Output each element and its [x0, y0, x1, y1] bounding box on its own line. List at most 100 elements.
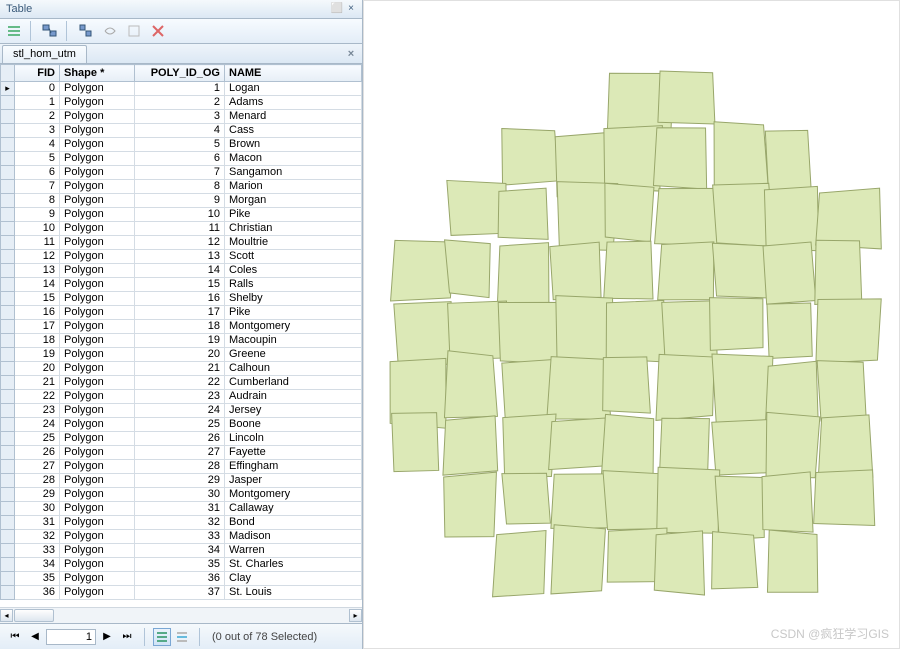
county-polygon[interactable]: [556, 296, 614, 360]
close-panel-icon[interactable]: ×: [344, 2, 358, 16]
row-selector[interactable]: [1, 292, 15, 306]
row-selector[interactable]: [1, 516, 15, 530]
delete-selected-button[interactable]: [148, 21, 168, 41]
cell-shape[interactable]: Polygon: [60, 180, 135, 194]
county-polygon[interactable]: [816, 299, 881, 363]
cell-polyid[interactable]: 11: [135, 222, 225, 236]
cell-name[interactable]: Ralls: [225, 278, 362, 292]
cell-fid[interactable]: 11: [15, 236, 60, 250]
column-header-fid[interactable]: FID: [15, 65, 60, 82]
cell-name[interactable]: Jasper: [225, 474, 362, 488]
cell-fid[interactable]: 16: [15, 306, 60, 320]
cell-shape[interactable]: Polygon: [60, 544, 135, 558]
table-row[interactable]: 33Polygon34Warren: [1, 544, 362, 558]
county-polygon[interactable]: [550, 242, 601, 300]
table-row[interactable]: 35Polygon36Clay: [1, 572, 362, 586]
county-polygon[interactable]: [604, 241, 653, 299]
table-row[interactable]: 8Polygon9Morgan: [1, 194, 362, 208]
row-selector[interactable]: [1, 166, 15, 180]
cell-shape[interactable]: Polygon: [60, 516, 135, 530]
row-selector[interactable]: [1, 334, 15, 348]
cell-polyid[interactable]: 28: [135, 460, 225, 474]
cell-shape[interactable]: Polygon: [60, 320, 135, 334]
cell-fid[interactable]: 35: [15, 572, 60, 586]
county-polygon[interactable]: [658, 71, 715, 124]
cell-shape[interactable]: Polygon: [60, 236, 135, 250]
row-selector[interactable]: [1, 96, 15, 110]
cell-fid[interactable]: 17: [15, 320, 60, 334]
county-polygon[interactable]: [712, 420, 771, 476]
row-selector[interactable]: [1, 404, 15, 418]
table-row[interactable]: 9Polygon10Pike: [1, 208, 362, 222]
county-polygon[interactable]: [444, 472, 497, 537]
table-row[interactable]: 34Polygon35St. Charles: [1, 558, 362, 572]
cell-shape[interactable]: Polygon: [60, 488, 135, 502]
row-selector[interactable]: [1, 306, 15, 320]
record-number-input[interactable]: [46, 629, 96, 645]
county-polygon[interactable]: [498, 188, 548, 239]
cell-name[interactable]: Macoupin: [225, 334, 362, 348]
county-polygon[interactable]: [714, 122, 768, 187]
row-selector[interactable]: [1, 544, 15, 558]
row-selector[interactable]: [1, 250, 15, 264]
switch-selection-button[interactable]: [100, 21, 120, 41]
cell-shape[interactable]: Polygon: [60, 292, 135, 306]
first-record-button[interactable]: ⏮: [6, 628, 24, 646]
row-selector[interactable]: [1, 208, 15, 222]
cell-name[interactable]: Clay: [225, 572, 362, 586]
cell-name[interactable]: Menard: [225, 110, 362, 124]
show-selected-records-button[interactable]: [173, 628, 191, 646]
cell-shape[interactable]: Polygon: [60, 418, 135, 432]
county-polygon[interactable]: [392, 413, 439, 472]
county-polygon[interactable]: [712, 354, 773, 422]
cell-fid[interactable]: 10: [15, 222, 60, 236]
cell-fid[interactable]: 36: [15, 586, 60, 600]
cell-polyid[interactable]: 16: [135, 292, 225, 306]
county-polygon[interactable]: [816, 188, 882, 249]
cell-shape[interactable]: Polygon: [60, 502, 135, 516]
cell-shape[interactable]: Polygon: [60, 208, 135, 222]
table-row[interactable]: 25Polygon26Lincoln: [1, 432, 362, 446]
cell-fid[interactable]: 7: [15, 180, 60, 194]
table-row[interactable]: 1Polygon2Adams: [1, 96, 362, 110]
cell-polyid[interactable]: 24: [135, 404, 225, 418]
cell-fid[interactable]: 21: [15, 376, 60, 390]
cell-fid[interactable]: 12: [15, 250, 60, 264]
select-by-attributes-button[interactable]: [76, 21, 96, 41]
show-all-records-button[interactable]: [153, 628, 171, 646]
county-polygon[interactable]: [503, 414, 556, 476]
cell-fid[interactable]: 2: [15, 110, 60, 124]
cell-polyid[interactable]: 37: [135, 586, 225, 600]
county-polygon[interactable]: [551, 525, 605, 594]
row-selector-header[interactable]: [1, 65, 15, 82]
cell-fid[interactable]: 24: [15, 418, 60, 432]
column-header-polyid[interactable]: POLY_ID_OG: [135, 65, 225, 82]
county-polygon[interactable]: [606, 300, 665, 362]
cell-fid[interactable]: 22: [15, 390, 60, 404]
county-polygon[interactable]: [549, 418, 607, 470]
cell-fid[interactable]: 31: [15, 516, 60, 530]
county-polygon[interactable]: [712, 532, 758, 589]
cell-shape[interactable]: Polygon: [60, 572, 135, 586]
cell-shape[interactable]: Polygon: [60, 82, 135, 96]
row-selector[interactable]: [1, 586, 15, 600]
row-selector[interactable]: [1, 390, 15, 404]
county-polygon[interactable]: [394, 302, 453, 367]
horizontal-scrollbar[interactable]: ◂▸: [0, 607, 362, 623]
cell-fid[interactable]: 26: [15, 446, 60, 460]
cell-fid[interactable]: 6: [15, 166, 60, 180]
cell-name[interactable]: Callaway: [225, 502, 362, 516]
table-row[interactable]: 0Polygon1Logan: [1, 82, 362, 96]
cell-fid[interactable]: 32: [15, 530, 60, 544]
cell-fid[interactable]: 8: [15, 194, 60, 208]
county-polygon[interactable]: [654, 531, 704, 595]
cell-name[interactable]: Effingham: [225, 460, 362, 474]
cell-polyid[interactable]: 15: [135, 278, 225, 292]
cell-polyid[interactable]: 13: [135, 250, 225, 264]
cell-shape[interactable]: Polygon: [60, 404, 135, 418]
cell-name[interactable]: Audrain: [225, 390, 362, 404]
cell-polyid[interactable]: 22: [135, 376, 225, 390]
cell-shape[interactable]: Polygon: [60, 306, 135, 320]
table-row[interactable]: 31Polygon32Bond: [1, 516, 362, 530]
table-row[interactable]: 24Polygon25Boone: [1, 418, 362, 432]
